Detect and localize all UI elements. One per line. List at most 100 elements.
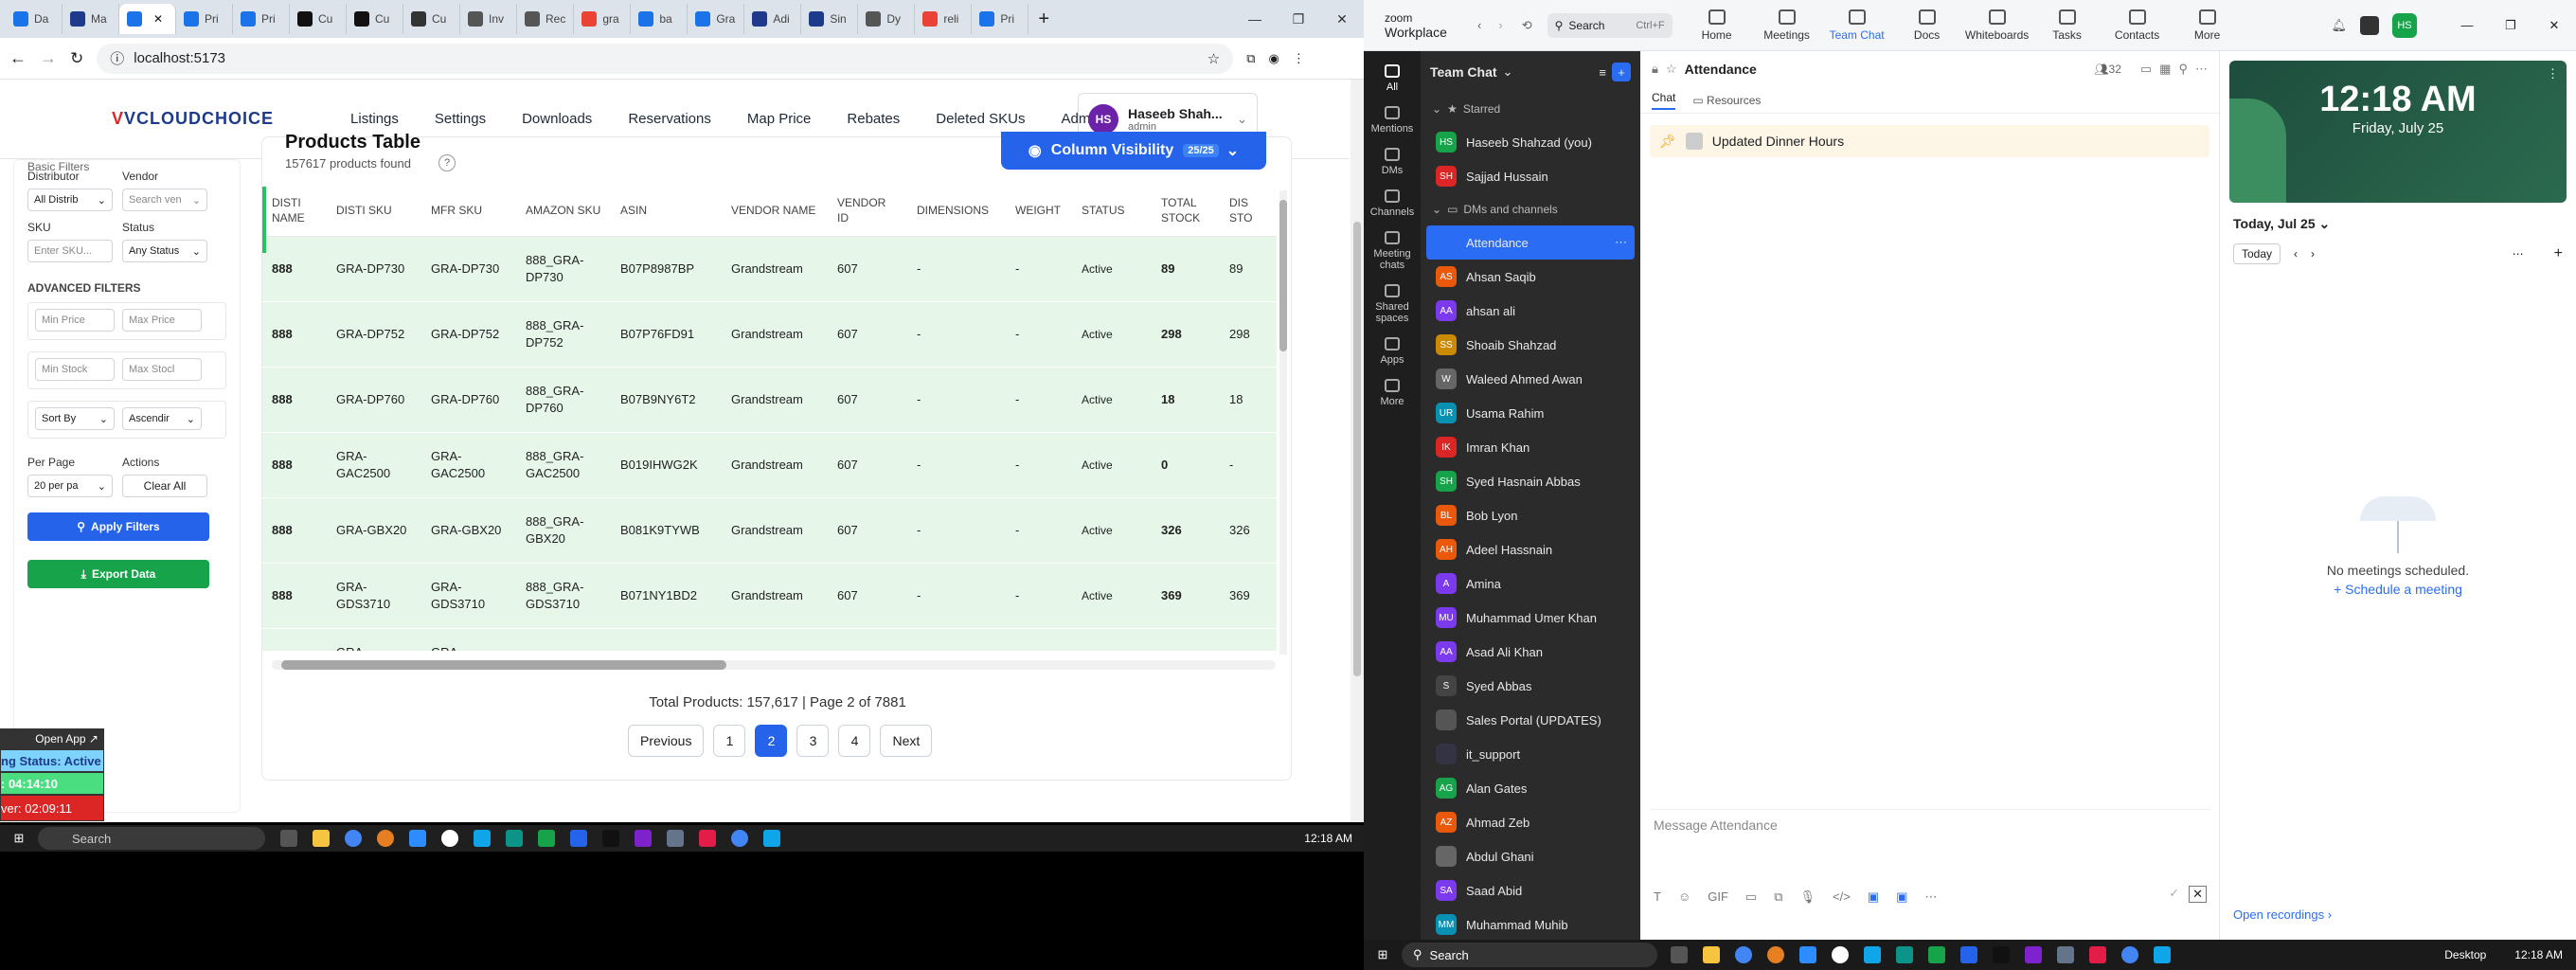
more-icon[interactable]: ⋯ xyxy=(2513,247,2524,260)
table-header-cell[interactable]: ASIN xyxy=(611,185,722,237)
address-bar[interactable]: ⓘ localhost:5173 ☆ xyxy=(97,43,1234,74)
more-icon[interactable]: ⋮ xyxy=(2547,66,2559,81)
chat-item[interactable]: MU Muhammad Umer Khan xyxy=(1421,601,1640,635)
chat-item[interactable]: BL Bob Lyon xyxy=(1421,498,1640,532)
page-button-3[interactable]: 3 xyxy=(796,725,830,757)
table-row[interactable]: 888 GRA-DP730 GRA-DP730 888_GRA-DP730 B07P89… xyxy=(262,236,1277,302)
browser-tab[interactable]: Cu xyxy=(347,4,403,34)
back-icon[interactable]: ‹ xyxy=(1477,18,1481,32)
rail-item-dms[interactable]: DMs xyxy=(1364,148,1421,176)
zoom-icon[interactable] xyxy=(409,830,426,847)
chat-item[interactable]: AZ Ahmad Zeb xyxy=(1421,805,1640,839)
microphone-icon[interactable]: 🎙︎ xyxy=(1800,889,1816,905)
close-icon[interactable]: ✕ xyxy=(1320,0,1364,38)
firefox-icon[interactable] xyxy=(377,830,394,847)
code-icon[interactable]: </> xyxy=(1833,889,1851,905)
chat-item[interactable]: IK Imran Khan xyxy=(1421,430,1640,464)
browser-tab[interactable]: Sin xyxy=(801,4,859,34)
per-page-select[interactable]: 20 per pa ⌄ xyxy=(27,475,113,497)
taskbar-search[interactable]: Search xyxy=(38,827,265,850)
table-header-cell[interactable]: WEIGHT xyxy=(1006,185,1072,237)
rail-item-more[interactable]: More xyxy=(1364,379,1421,407)
column-visibility-button[interactable]: ◉ Column Visibility 25/25 ⌄ xyxy=(1001,132,1266,170)
table-header-cell[interactable]: VENDOR NAME xyxy=(722,185,828,237)
zoom-nav-contacts[interactable]: Contacts xyxy=(2102,9,2173,42)
notepad-icon[interactable] xyxy=(667,830,684,847)
app-icon[interactable] xyxy=(1896,946,1913,963)
table-row[interactable]: 888 GRA-DP760 GRA-DP760 888_GRA-DP760 B07B9N… xyxy=(262,367,1277,433)
new-tab-icon[interactable]: + xyxy=(1038,9,1049,30)
search-icon[interactable]: ⚲ xyxy=(2178,62,2188,77)
chat-item[interactable]: AA ahsan ali xyxy=(1421,294,1640,328)
rail-item-shared-spaces[interactable]: Shared spaces xyxy=(1364,284,1421,324)
file-icon[interactable]: ▭ xyxy=(1745,889,1757,905)
tab-resources[interactable]: ▭ Resources xyxy=(1692,94,1761,107)
chat-item[interactable]: Attendance ⋯ xyxy=(1426,225,1635,260)
gif-icon[interactable]: GIF xyxy=(1708,889,1728,905)
chat-item[interactable]: SA Saad Abid xyxy=(1421,873,1640,907)
channel-title[interactable]: Attendance xyxy=(1685,62,1757,77)
app-icon[interactable] xyxy=(1864,946,1881,963)
vscode-icon[interactable] xyxy=(2154,946,2171,963)
page-button-next[interactable]: Next xyxy=(880,725,933,757)
minimize-icon[interactable]: — xyxy=(1233,0,1277,38)
zoom-nav-meetings[interactable]: Meetings xyxy=(1752,9,1822,42)
app-icon[interactable] xyxy=(2089,946,2106,963)
app-icon[interactable]: ▣ xyxy=(1896,889,1907,905)
chrome-icon[interactable] xyxy=(1735,946,1752,963)
zoom-nav-tasks[interactable]: Tasks xyxy=(2032,9,2102,42)
chat-item[interactable]: Sales Portal (UPDATES) xyxy=(1421,703,1640,737)
task-view-icon[interactable] xyxy=(280,830,297,847)
page-button-1[interactable]: 1 xyxy=(713,725,746,757)
excel-icon[interactable] xyxy=(1928,946,1945,963)
chat-item[interactable]: AS Ahsan Saqib xyxy=(1421,260,1640,294)
rail-item-mentions[interactable]: Mentions xyxy=(1364,106,1421,135)
zoom-icon[interactable] xyxy=(1799,946,1816,963)
maximize-icon[interactable]: ❐ xyxy=(2489,18,2532,33)
nav-link-settings[interactable]: Settings xyxy=(417,111,504,127)
site-info-icon[interactable]: ⓘ xyxy=(110,48,124,68)
windows-start-icon[interactable]: ⊞ xyxy=(1364,947,1402,962)
menu-dots-icon[interactable]: ⋮ xyxy=(1293,51,1305,66)
teams-icon[interactable] xyxy=(570,830,587,847)
tab-chat[interactable]: Chat xyxy=(1652,91,1676,110)
filter-icon[interactable]: ≡ xyxy=(1599,65,1606,80)
horizontal-scrollbar-thumb[interactable] xyxy=(281,660,726,670)
star-icon[interactable]: ☆ xyxy=(1666,62,1677,77)
onenote-icon[interactable] xyxy=(2025,946,2042,963)
close-icon[interactable]: ✕ xyxy=(2532,18,2576,33)
nav-link-map-price[interactable]: Map Price xyxy=(729,111,830,127)
chat-item[interactable]: SH Syed Hasnain Abbas xyxy=(1421,464,1640,498)
chat-item[interactable]: MM Muhammad Muhib xyxy=(1421,907,1640,942)
chrome-icon[interactable] xyxy=(2121,946,2138,963)
app-icon[interactable]: ▣ xyxy=(1868,889,1879,905)
chat-item[interactable]: SS Shoaib Shahzad xyxy=(1421,328,1640,362)
pinned-message[interactable]: 📌︎ Updated Dinner Hours xyxy=(1650,125,2209,157)
min-stock-input[interactable]: Min Stock xyxy=(35,358,115,381)
chat-item[interactable]: HS Haseeb Shahzad (you) xyxy=(1421,125,1640,159)
max-price-input[interactable]: Max Price xyxy=(122,309,202,332)
browser-tab[interactable]: ✕ xyxy=(119,4,176,34)
taskbar-search[interactable]: ⚲ Search xyxy=(1402,943,1657,967)
table-header-cell[interactable]: STATUS xyxy=(1072,185,1152,237)
browser-tab[interactable]: reli xyxy=(915,4,973,34)
status-select[interactable]: Any Status ⌄ xyxy=(122,240,207,262)
chrome-icon[interactable] xyxy=(731,830,748,847)
page-scrollbar-thumb[interactable] xyxy=(1353,222,1361,676)
page-button-4[interactable]: 4 xyxy=(838,725,871,757)
app-icon[interactable] xyxy=(2360,15,2379,35)
browser-tab[interactable]: Pri xyxy=(176,4,233,34)
table-row[interactable]: 888 GRA-DP752 GRA-DP752 888_GRA-DP752 B07P76… xyxy=(262,301,1277,368)
vscode-icon[interactable] xyxy=(763,830,780,847)
app-icon[interactable] xyxy=(474,830,491,847)
chevron-right-icon[interactable]: › xyxy=(2311,247,2315,260)
open-app-button[interactable]: Open App ↗ xyxy=(0,728,104,749)
browser-tab[interactable]: Pri xyxy=(233,4,290,34)
firefox-icon[interactable] xyxy=(1767,946,1784,963)
sort-order-select[interactable]: Ascendir ⌄ xyxy=(122,407,202,430)
format-icon[interactable]: T xyxy=(1654,889,1661,905)
file-explorer-icon[interactable] xyxy=(313,830,330,847)
message-input[interactable]: Message Attendance xyxy=(1650,810,2210,840)
video-icon[interactable]: ▭ xyxy=(2140,62,2152,77)
min-price-input[interactable]: Min Price xyxy=(35,309,115,332)
